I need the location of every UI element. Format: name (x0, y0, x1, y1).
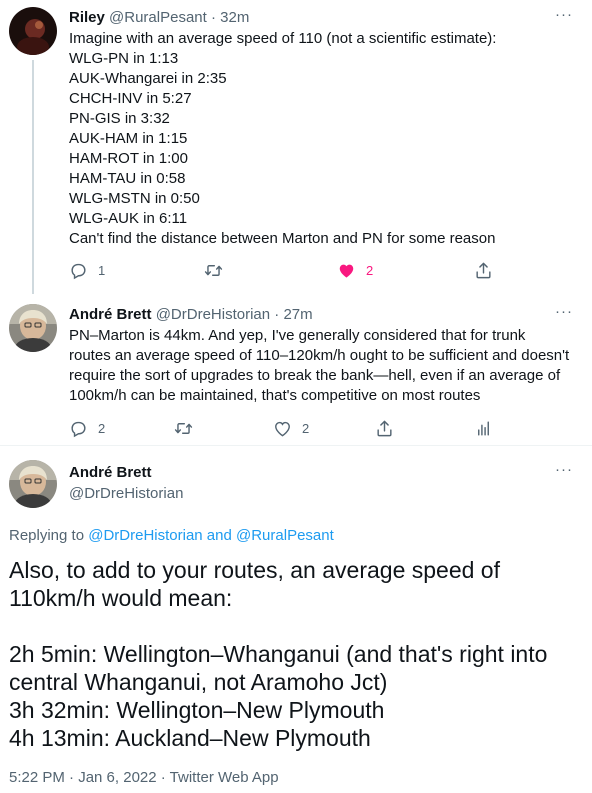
more-dots-icon[interactable]: ··· (555, 461, 573, 478)
text-line: 110km/h would mean: (9, 585, 233, 611)
display-name-block: André Brett (69, 463, 152, 483)
text-line: AUK-HAM in 1:15 (69, 130, 188, 147)
text-line: routes an average speed of 110–120km/h o… (69, 347, 570, 364)
text-line: 100km/h can be maintained, that's compet… (69, 387, 481, 404)
retweet-icon (204, 264, 223, 276)
tweet-andre-reply[interactable]: André Brett @DrDreHistorian · 27m ··· PN… (0, 297, 592, 445)
replying-to: Replying to @DrDreHistorian and @RuralPe… (9, 526, 334, 546)
share-button[interactable] (375, 418, 394, 438)
text-line: Can't find the distance between Marton a… (69, 230, 496, 247)
more-dots-icon[interactable]: ··· (555, 303, 573, 320)
reply-count: 1 (98, 262, 106, 278)
text-line: central Whanganui, not Aramoho Jct) (9, 669, 388, 695)
replying-prefix: Replying to (9, 527, 85, 544)
tweet-timestamp[interactable]: 5:22 PM · Jan 6, 2022 · Twitter Web App (9, 768, 279, 788)
avatar[interactable] (9, 460, 57, 508)
reply-button[interactable]: 1 (69, 260, 105, 280)
user-handle[interactable]: @DrDreHistorian (69, 485, 183, 502)
user-handle[interactable]: @RuralPesant (109, 9, 207, 26)
share-button[interactable] (474, 260, 493, 280)
text-line: HAM-ROT in 1:00 (69, 150, 188, 167)
retweet-icon (174, 422, 193, 434)
tweet-time[interactable]: · 27m (274, 306, 312, 323)
share-icon (476, 262, 491, 278)
tweet-text: Imagine with an average speed of 110 (no… (69, 29, 574, 249)
replying-to-link[interactable]: @DrDreHistorian and @RuralPesant (88, 527, 334, 544)
text-line: Also, to add to your routes, an average … (9, 557, 500, 583)
like-count: 2 (366, 262, 374, 278)
like-button[interactable]: 2 (337, 260, 373, 280)
avatar[interactable] (9, 7, 57, 55)
reply-icon (71, 421, 86, 437)
handle-block: @DrDreHistorian (69, 484, 183, 504)
text-line: PN-GIS in 3:32 (69, 110, 170, 127)
tweet-actions: 2 2 (69, 418, 499, 438)
share-icon (377, 420, 392, 436)
text-line: require the sort of upgrades to break th… (69, 367, 561, 384)
heart-icon (275, 421, 290, 436)
retweet-button[interactable] (204, 260, 233, 280)
text-line: 4h 13min: Auckland–New Plymouth (9, 725, 371, 751)
avatar[interactable] (9, 304, 57, 352)
text-line: PN–Marton is 44km. And yep, I've general… (69, 327, 526, 344)
tweet-actions: 1 2 (69, 260, 499, 280)
tweet-text: PN–Marton is 44km. And yep, I've general… (69, 326, 574, 406)
retweet-button[interactable] (174, 418, 203, 438)
reply-icon (71, 263, 86, 279)
like-count: 2 (302, 420, 310, 436)
like-button[interactable]: 2 (273, 418, 309, 438)
analytics-icon (478, 420, 489, 436)
thread-line (32, 60, 34, 294)
text-line (9, 612, 584, 640)
text-line: CHCH-INV in 5:27 (69, 90, 192, 107)
tweet-time[interactable]: · 32m (211, 9, 249, 26)
display-name[interactable]: Riley (69, 9, 105, 26)
reply-button[interactable]: 2 (69, 418, 105, 438)
text-line: 3h 32min: Wellington–New Plymouth (9, 697, 385, 723)
display-name[interactable]: André Brett (69, 306, 152, 323)
tweet-header: Riley @RuralPesant · 32m (69, 8, 249, 28)
text-line: WLG-MSTN in 0:50 (69, 190, 200, 207)
text-line: 2h 5min: Wellington–Whanganui (and that'… (9, 641, 548, 667)
text-line: Imagine with an average speed of 110 (no… (69, 30, 497, 47)
text-line: WLG-AUK in 6:11 (69, 210, 188, 227)
main-tweet-text: Also, to add to your routes, an average … (9, 556, 584, 752)
text-line: AUK-Whangarei in 2:35 (69, 70, 227, 87)
more-dots-icon[interactable]: ··· (555, 6, 573, 23)
text-line: WLG-PN in 1:13 (69, 50, 179, 67)
display-name[interactable]: André Brett (69, 464, 152, 481)
user-handle[interactable]: @DrDreHistorian (156, 306, 270, 323)
text-line: HAM-TAU in 0:58 (69, 170, 186, 187)
analytics-button[interactable] (474, 418, 493, 438)
reply-count: 2 (98, 420, 106, 436)
tweet-header: André Brett @DrDreHistorian · 27m (69, 305, 313, 325)
tweet-riley[interactable]: Riley @RuralPesant · 32m ··· Imagine wit… (0, 0, 592, 296)
heart-icon (339, 264, 354, 278)
